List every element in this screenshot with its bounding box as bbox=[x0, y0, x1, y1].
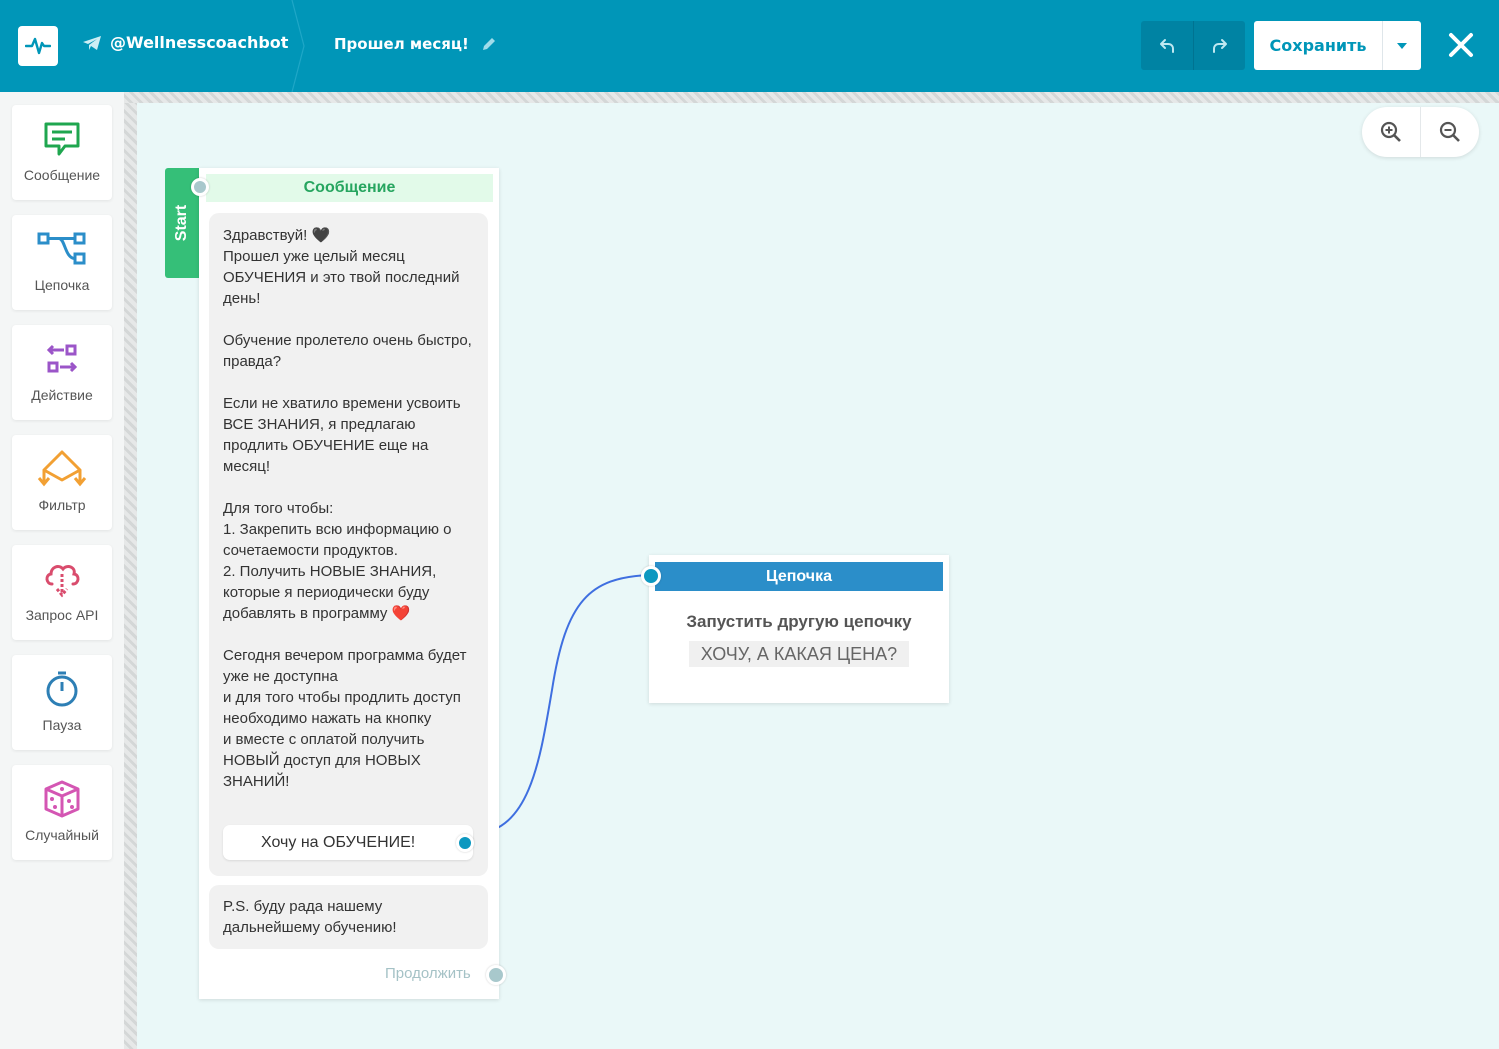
continue-label: Продолжить bbox=[385, 965, 471, 982]
chain-node-header: Цепочка bbox=[655, 562, 943, 591]
tool-label: Пауза bbox=[42, 717, 82, 733]
pulse-icon[interactable] bbox=[18, 26, 58, 66]
canvas-border-left bbox=[124, 92, 137, 1049]
timer-icon bbox=[46, 671, 78, 707]
close-icon[interactable] bbox=[1447, 31, 1475, 59]
message-bubble[interactable]: Здравствуй! 🖤 Прошел уже целый месяц ОБУ… bbox=[209, 213, 488, 876]
flow-title-text: Прошел месяц! bbox=[334, 35, 469, 53]
redo-button[interactable] bbox=[1193, 21, 1245, 70]
node-input-port[interactable] bbox=[191, 178, 209, 196]
breadcrumb-separator bbox=[291, 0, 305, 92]
zoom-out-icon bbox=[1439, 121, 1460, 142]
tool-label: Случайный bbox=[25, 827, 99, 843]
zoom-in-icon bbox=[1380, 121, 1401, 142]
top-bar: @Wellnesscoachbot Прошел месяц! Сохранит… bbox=[0, 0, 1499, 92]
continue-output-port[interactable] bbox=[486, 965, 506, 985]
tool-action[interactable]: Действие bbox=[12, 325, 112, 420]
tool-pause[interactable]: Пауза bbox=[12, 655, 112, 750]
zoom-in-button[interactable] bbox=[1362, 107, 1420, 157]
tool-label: Цепочка bbox=[34, 277, 90, 293]
flow-title[interactable]: Прошел месяц! bbox=[334, 35, 497, 53]
tool-chain[interactable]: Цепочка bbox=[12, 215, 112, 310]
chain-node-title: Запустить другую цепочку bbox=[686, 612, 912, 631]
save-button-group: Сохранить bbox=[1254, 21, 1421, 70]
zoom-controls bbox=[1362, 107, 1479, 157]
api-cloud-icon bbox=[45, 565, 80, 598]
tool-label: Сообщение bbox=[23, 167, 101, 183]
message-bubble-2[interactable]: P.S. буду рада нашему дальнейшему обучен… bbox=[209, 885, 488, 949]
save-menu-button[interactable] bbox=[1382, 21, 1421, 70]
message-button-label: Хочу на ОБУЧЕНИЕ! bbox=[261, 833, 416, 851]
tool-api-request[interactable]: Запрос API bbox=[12, 545, 112, 640]
tool-label: Фильтр bbox=[38, 497, 86, 513]
message-node-header: Сообщение bbox=[206, 174, 493, 202]
filter-icon bbox=[37, 450, 87, 487]
canvas-border-top bbox=[124, 92, 1499, 103]
undo-icon bbox=[1160, 38, 1174, 53]
telegram-icon bbox=[83, 35, 101, 50]
chain-icon bbox=[37, 232, 86, 265]
message-node[interactable]: Сообщение Здравствуй! 🖤 Прошел уже целый… bbox=[191, 168, 506, 999]
chevron-down-icon bbox=[1397, 42, 1407, 49]
tool-filter[interactable]: Фильтр bbox=[12, 435, 112, 530]
tool-label: Действие bbox=[31, 387, 93, 403]
chain-node[interactable]: Цепочка Запустить другую цепочку ХОЧУ, А… bbox=[641, 555, 949, 703]
pencil-icon[interactable] bbox=[481, 36, 497, 52]
start-label: Start bbox=[173, 204, 190, 242]
dice-icon bbox=[44, 780, 80, 818]
tool-random[interactable]: Случайный bbox=[12, 765, 112, 860]
button-output-port[interactable] bbox=[456, 834, 474, 852]
history-controls bbox=[1141, 21, 1245, 70]
bot-selector[interactable]: @Wellnesscoachbot bbox=[82, 33, 288, 52]
zoom-out-button[interactable] bbox=[1420, 107, 1478, 157]
action-icon bbox=[46, 344, 78, 373]
bot-name: @Wellnesscoachbot bbox=[110, 33, 289, 52]
chain-input-port[interactable] bbox=[641, 566, 661, 586]
message-text-2: P.S. буду рада нашему дальнейшему обучен… bbox=[223, 898, 397, 936]
message-button[interactable]: Хочу на ОБУЧЕНИЕ! bbox=[223, 825, 474, 860]
redo-icon bbox=[1212, 38, 1227, 53]
message-icon bbox=[44, 122, 80, 156]
chain-target-tag: ХОЧУ, А КАКАЯ ЦЕНА? bbox=[689, 641, 909, 667]
undo-button[interactable] bbox=[1141, 21, 1193, 70]
tool-message[interactable]: Сообщение bbox=[12, 105, 112, 200]
message-text: Здравствуй! 🖤 Прошел уже целый месяц ОБУ… bbox=[223, 227, 472, 790]
save-button[interactable]: Сохранить bbox=[1254, 21, 1382, 70]
tool-label: Запрос API bbox=[25, 607, 99, 623]
